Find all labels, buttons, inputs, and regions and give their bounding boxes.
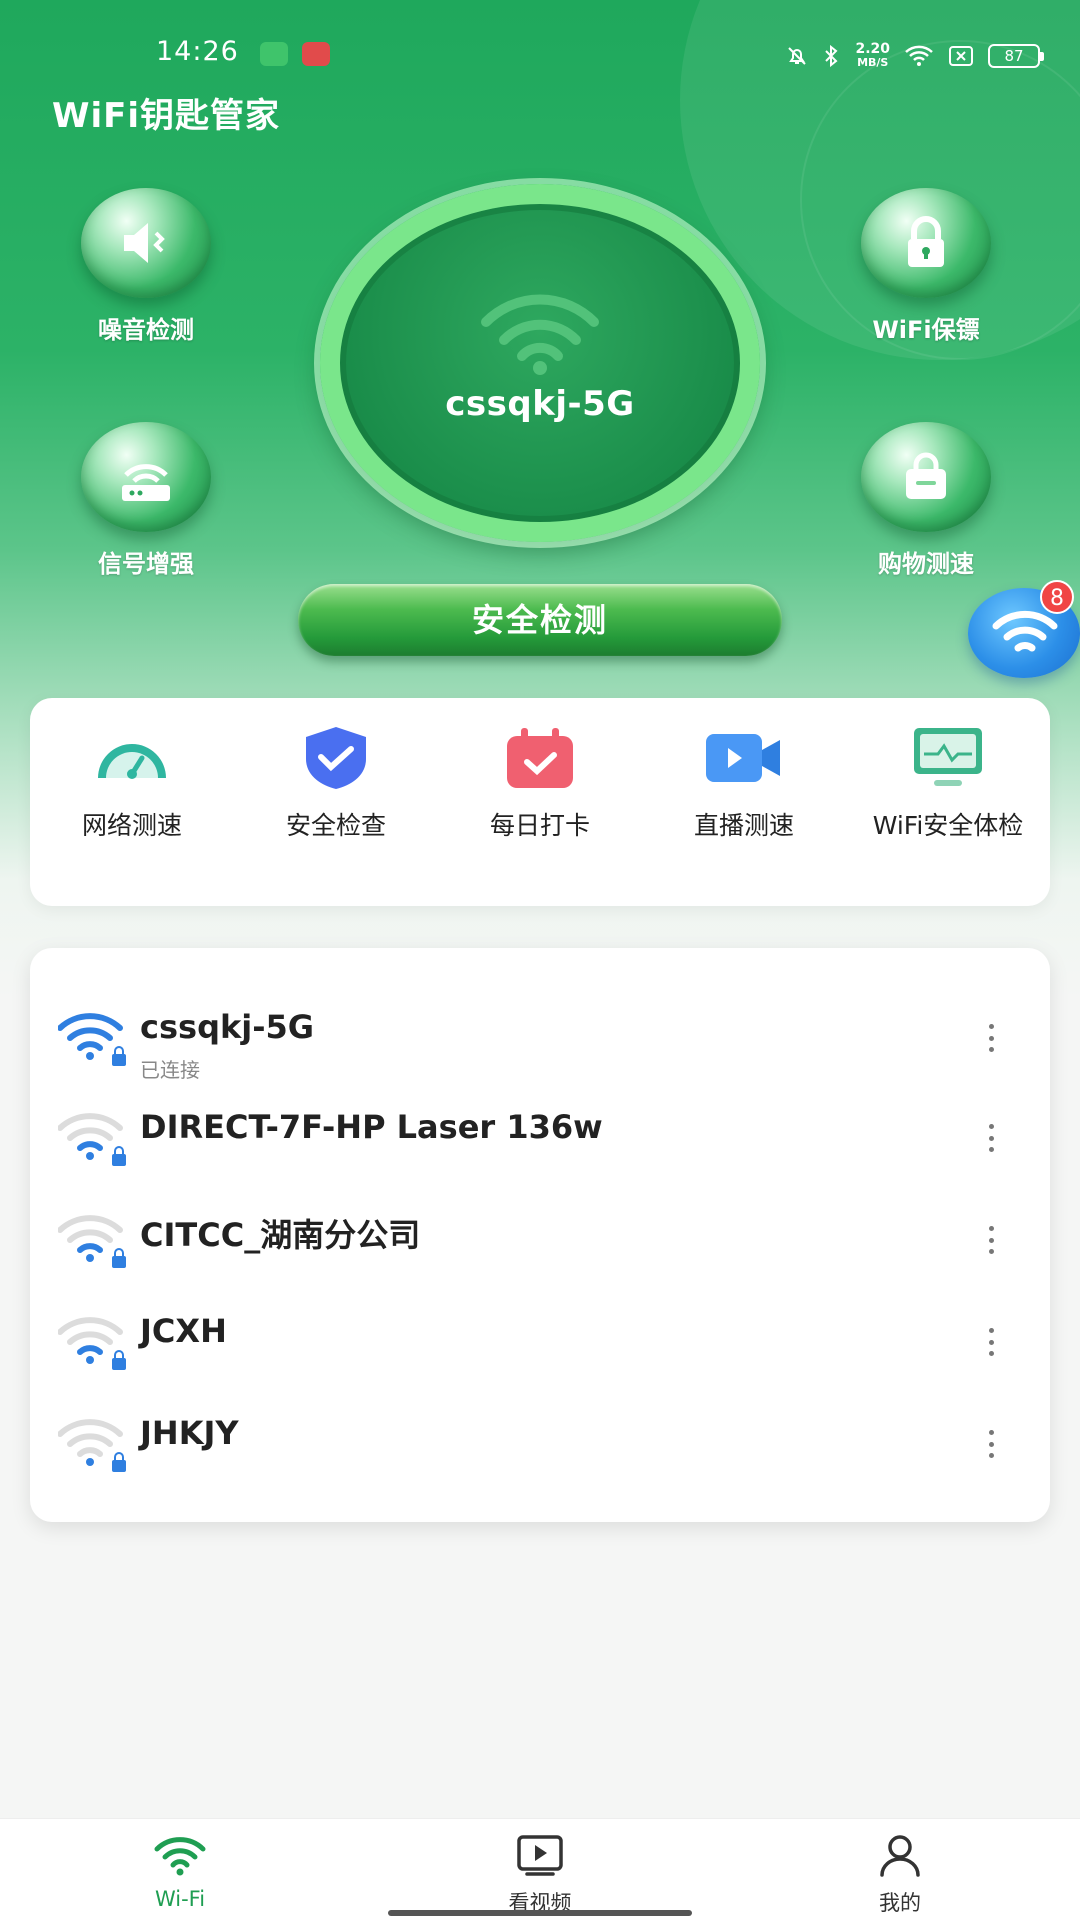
tab-watch-video[interactable]: 看视频: [360, 1819, 720, 1920]
tab-wifi[interactable]: Wi-Fi: [0, 1819, 360, 1920]
wifi-ssid: CITCC_湖南分公司: [140, 1216, 421, 1254]
wifi-list: cssqkj-5G 已连接 DIRECT-7F-HP Laser 136w CI…: [30, 948, 1050, 1522]
person-icon: [880, 1835, 920, 1877]
tool-label: WiFi安全体检: [872, 811, 1024, 840]
bottom-nav: Wi-Fi 看视频 我的: [0, 1818, 1080, 1920]
wifi-ssid: JCXH: [140, 1312, 227, 1350]
more-options-icon[interactable]: [976, 1118, 1006, 1158]
wifi-icon: [154, 1837, 206, 1876]
bluetooth-icon: [825, 44, 838, 68]
wifi-signal-medium-icon: [58, 1113, 126, 1166]
tool-label: 每日打卡: [489, 811, 590, 840]
wifi-ssid: DIRECT-7F-HP Laser 136w: [140, 1108, 603, 1146]
feature-label: 信号增强: [98, 550, 194, 578]
feature-label: WiFi保镖: [872, 316, 980, 344]
tool-label: 安全检查: [285, 811, 386, 840]
shopping-bag-icon: [861, 422, 991, 532]
more-options-icon[interactable]: [976, 1322, 1006, 1362]
status-time: 14:26: [156, 36, 239, 67]
more-options-icon[interactable]: [976, 1018, 1006, 1058]
nav-label: 我的: [879, 1891, 921, 1915]
screen-record-icon: [302, 42, 330, 66]
tools-card: 网络测速 安全检查 每日打卡 直播测速 WiFi安全体检: [30, 698, 1050, 906]
noise-detection-button[interactable]: 噪音检测: [46, 188, 246, 345]
wifi-guard-button[interactable]: WiFi保镖: [826, 188, 1026, 345]
wifi-ssid: JHKJY: [140, 1414, 239, 1452]
mute-bell-icon: [788, 47, 807, 65]
wifi-ssid: cssqkj-5G: [140, 1008, 315, 1046]
nav-label: Wi-Fi: [154, 1887, 206, 1911]
wifi-signal-medium-icon: [58, 1215, 126, 1268]
wifi-list-item[interactable]: JCXH: [30, 1298, 1050, 1398]
more-options-icon[interactable]: [976, 1220, 1006, 1260]
play-video-icon: [517, 1835, 563, 1876]
sim-icon: [949, 46, 973, 66]
wifi-icon: [992, 610, 1058, 652]
wifi-signal-medium-icon: [58, 1317, 126, 1370]
tool-live-speed[interactable]: 直播测速: [642, 698, 846, 906]
speedometer-icon: [92, 726, 172, 790]
status-bar: 14:26 2.20 MB/S 87: [0, 30, 1080, 80]
video-camera-icon: [704, 726, 784, 790]
connected-ssid: cssqkj-5G: [445, 384, 635, 424]
status-icons: 2.20 MB/S 87: [785, 38, 1044, 74]
calendar-check-icon: [500, 726, 580, 790]
shield-check-icon: [296, 726, 376, 790]
monitor-icon: [908, 726, 988, 790]
wifi-connection-status: 已连接: [140, 1058, 200, 1082]
tool-security-check[interactable]: 安全检查: [234, 698, 438, 906]
signal-boost-button[interactable]: 信号增强: [46, 422, 246, 579]
wifi-signal-weak-icon: [58, 1419, 126, 1472]
tool-daily-checkin[interactable]: 每日打卡: [438, 698, 642, 906]
tool-wifi-security-exam[interactable]: WiFi安全体检: [846, 698, 1050, 906]
wifi-signal-full-icon: [58, 1013, 126, 1066]
network-speed: 2.20 MB/S: [855, 41, 890, 69]
feature-label: 购物测速: [878, 550, 974, 578]
lock-icon: [861, 188, 991, 298]
tab-profile[interactable]: 我的: [720, 1819, 1080, 1920]
wifi-icon: [481, 294, 599, 375]
router-icon: [81, 422, 211, 532]
tool-label: 直播测速: [693, 811, 794, 840]
battery-indicator: 87: [988, 44, 1044, 68]
wifi-list-item-connected[interactable]: cssqkj-5G 已连接: [30, 994, 1050, 1094]
shopping-speed-button[interactable]: 购物测速: [826, 422, 1026, 579]
more-options-icon[interactable]: [976, 1424, 1006, 1464]
wifi-list-item[interactable]: CITCC_湖南分公司: [30, 1196, 1050, 1296]
tool-label: 网络测速: [81, 811, 182, 840]
feature-label: 噪音检测: [98, 316, 194, 344]
wifi-list-item[interactable]: JHKJY: [30, 1400, 1050, 1500]
tool-network-speed[interactable]: 网络测速: [30, 698, 234, 906]
wifi-list-item[interactable]: DIRECT-7F-HP Laser 136w: [30, 1094, 1050, 1194]
notification-badge: 8: [1040, 580, 1074, 614]
home-indicator[interactable]: [388, 1910, 692, 1916]
app-title: WiFi钥匙管家: [52, 96, 281, 136]
speaker-icon: [81, 188, 211, 298]
shield-notification-icon: [260, 42, 288, 66]
security-scan-button[interactable]: 安全检测: [298, 584, 782, 656]
wifi-status-icon: [905, 45, 933, 66]
